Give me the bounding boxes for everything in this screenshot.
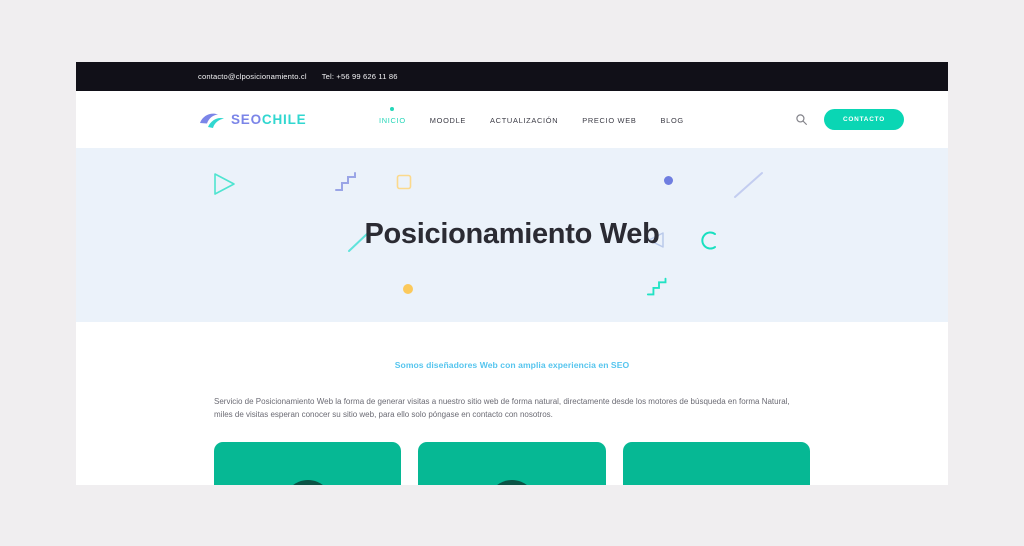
- contact-phone[interactable]: Tel: +56 99 626 11 86: [322, 72, 398, 81]
- contacto-button[interactable]: CONTACTO: [823, 109, 904, 130]
- nav-item-precio-web[interactable]: PRECIO WEB: [582, 114, 636, 125]
- logo-wordmark: SEOCHILE: [231, 112, 306, 127]
- person-avatar: [283, 479, 333, 485]
- zigzag-teal-icon: [646, 277, 667, 296]
- swoosh-logo-icon: [200, 113, 224, 128]
- nav-label: INICIO: [379, 116, 406, 125]
- dot-purple-icon: [664, 176, 673, 185]
- browser-window: contacto@clposicionamiento.cl Tel: +56 9…: [76, 62, 948, 485]
- header-actions: CONTACTO: [795, 109, 904, 130]
- hero-section: Posicionamiento Web: [76, 148, 948, 322]
- nav-item-blog[interactable]: BLOG: [661, 114, 684, 125]
- diagonal-line-lavender-icon: [734, 172, 763, 198]
- nav-item-actualizacion[interactable]: ACTUALIZACIÓN: [490, 114, 558, 125]
- search-icon[interactable]: [795, 113, 808, 126]
- square-yellow-outline-icon: [396, 174, 412, 190]
- triangle-play-outline-icon: [214, 173, 235, 195]
- site-header: SEOCHILE INICIO MOODLE ACTUALIZACIÓN PRE…: [76, 91, 948, 148]
- top-contact-bar: contacto@clposicionamiento.cl Tel: +56 9…: [76, 62, 948, 91]
- dot-yellow-icon: [403, 284, 413, 294]
- person-avatar: [487, 479, 537, 485]
- nav-item-moodle[interactable]: MOODLE: [430, 114, 466, 125]
- site-logo[interactable]: SEOCHILE: [198, 110, 306, 130]
- intro-paragraph: Servicio de Posicionamiento Web la forma…: [214, 397, 790, 419]
- zigzag-purple-icon: [335, 172, 356, 191]
- main-navigation: INICIO MOODLE ACTUALIZACIÓN PRECIO WEB B…: [379, 107, 684, 125]
- service-card[interactable]: [214, 441, 402, 485]
- nav-item-inicio[interactable]: INICIO: [379, 107, 406, 125]
- section-subtitle: Somos diseñadores Web con amplia experie…: [394, 360, 630, 370]
- active-indicator-dot: [390, 107, 395, 111]
- main-content: Somos diseñadores Web con amplia experie…: [76, 322, 948, 485]
- service-card[interactable]: [418, 441, 606, 485]
- contact-email[interactable]: contacto@clposicionamiento.cl: [198, 72, 307, 81]
- service-card[interactable]: [622, 441, 810, 485]
- service-card-list: [214, 441, 810, 485]
- logo-text-seo: SEO: [231, 112, 262, 127]
- logo-text-chile: CHILE: [261, 112, 307, 127]
- page-title: Posicionamiento Web: [364, 218, 660, 250]
